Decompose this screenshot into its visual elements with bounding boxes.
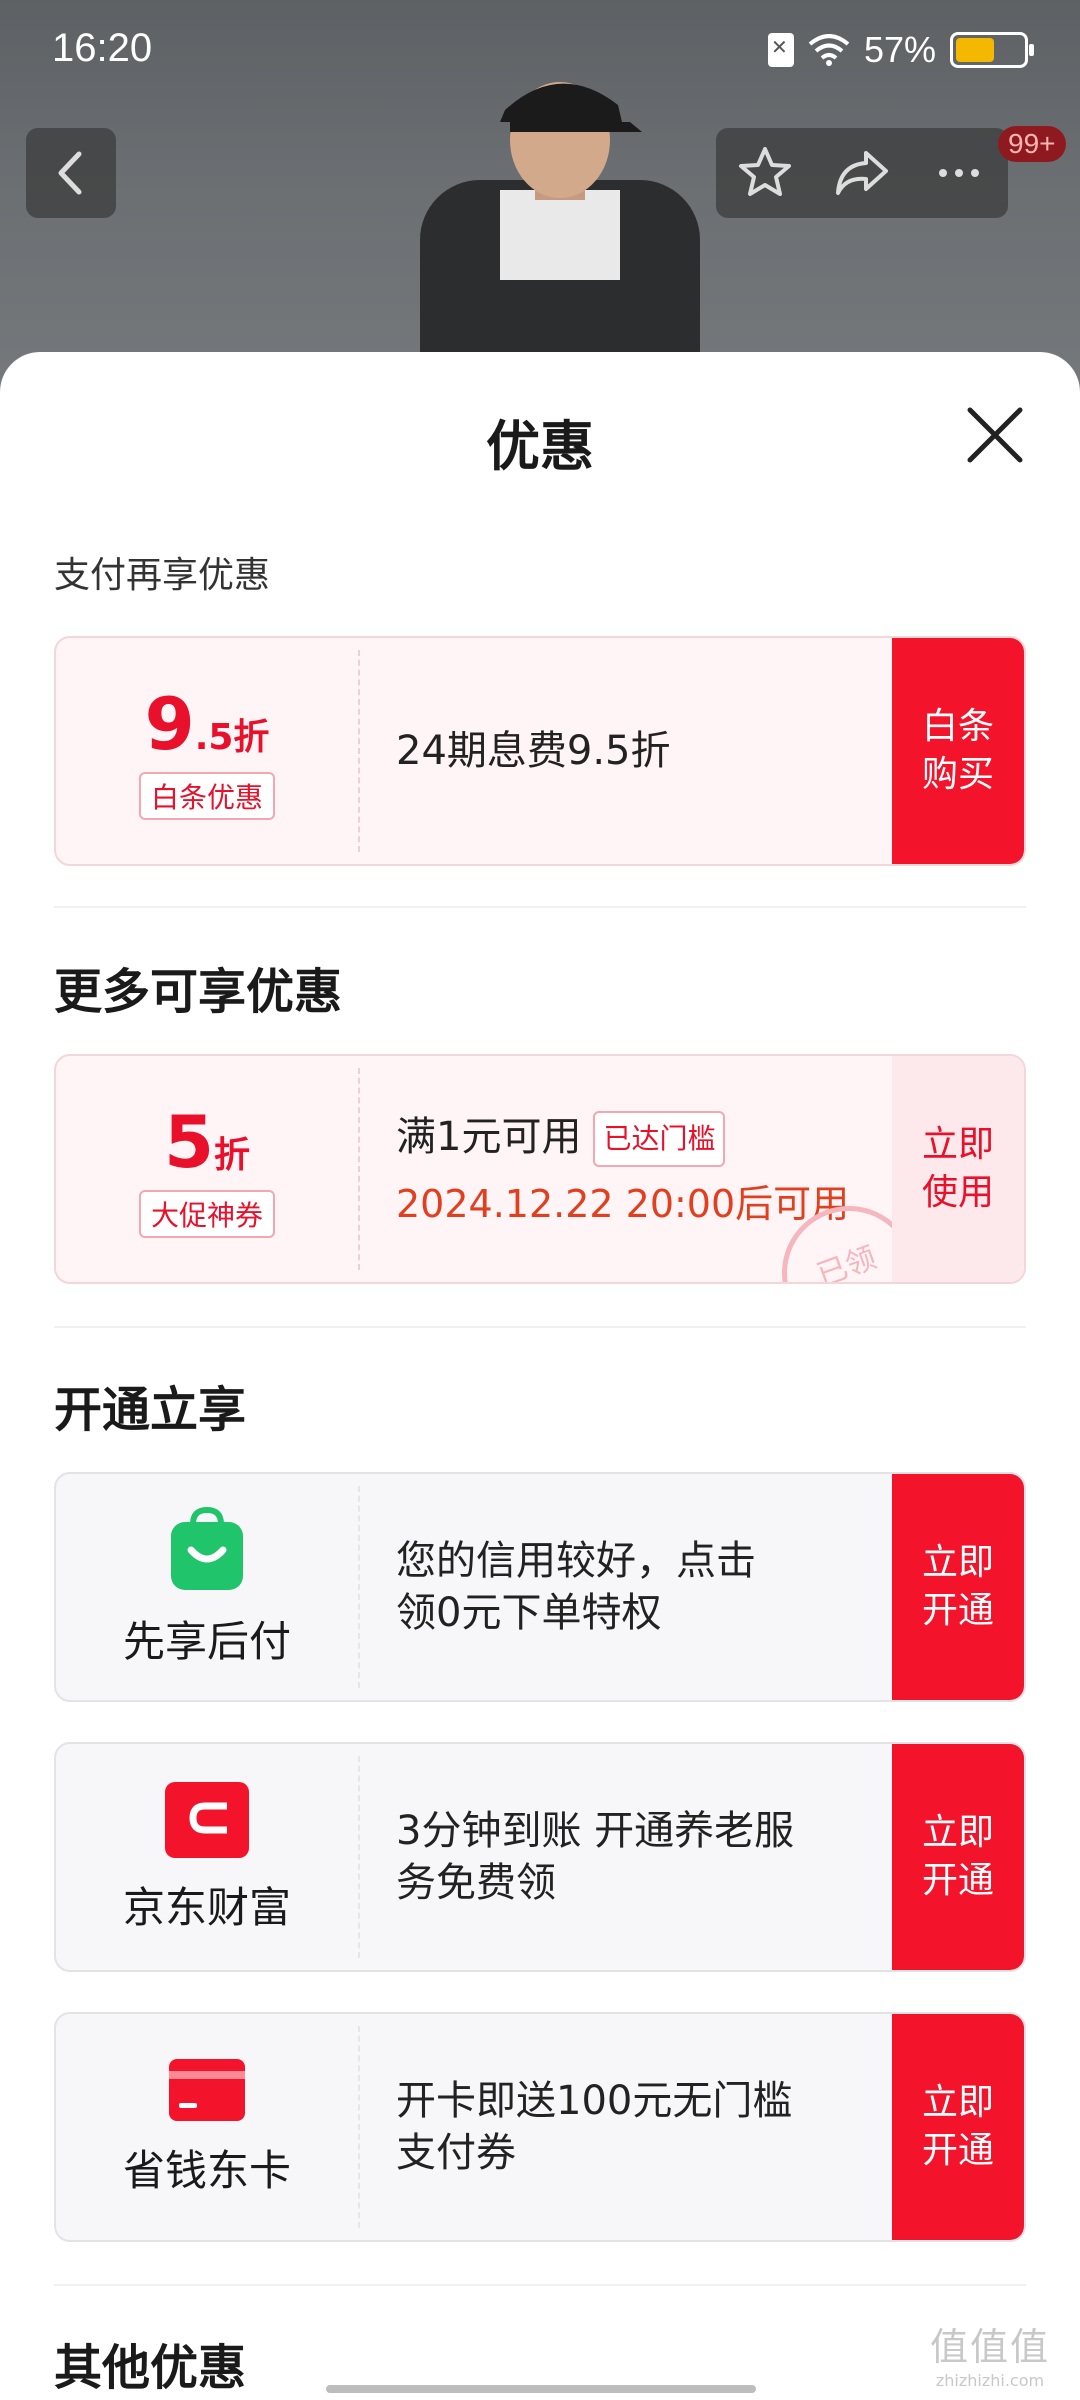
discount-block: 5 折 大促神券 [56,1056,358,1282]
service-name: 先享后付 [122,1616,291,1666]
service-desc-line1: 开卡即送100元无门槛 [396,2078,793,2124]
message-count-badge: 99+ [998,126,1066,162]
close-icon[interactable] [960,400,1030,470]
header-actions [716,128,1008,218]
discount-main: 9 [144,682,195,766]
activate-button[interactable]: 立即 开通 [892,2014,1024,2240]
back-button[interactable] [26,128,116,218]
coupon-tag: 白条优惠 [138,772,275,820]
open-section-heading: 开通立享 [54,1382,247,1438]
service-desc-line1: 3分钟到账 开通养老服 [396,1808,795,1854]
button-label-line2: 开通 [921,1590,994,1631]
status-bar: 16:20 57% [0,0,1080,100]
status-time: 16:20 [52,26,153,70]
more-section-heading: 更多可享优惠 [54,964,343,1020]
discount-sub: 折 [214,1135,251,1176]
battery-percent: 57% [863,29,936,70]
service-card-savecard: 省钱东卡 开卡即送100元无门槛 支付券 立即 开通 [54,2012,1026,2242]
discount-value: 9 .5折 [145,682,270,766]
section-divider [54,906,1026,908]
watermark-url: zhizhizhi.com [935,2371,1045,2390]
section-divider [54,2284,1026,2286]
other-section-heading: 其他优惠 [54,2340,247,2396]
card-icon [169,2058,245,2121]
baitiao-coupon-card: 9 .5折 白条优惠 24期息费9.5折 白条 购买 [54,636,1026,866]
discount-value: 5 折 [164,1100,250,1184]
card-divider [358,1068,360,1270]
button-label-line1: 立即 [921,1124,994,1165]
coupon-threshold: 满1元可用 [396,1113,582,1160]
service-card-jdwealth: 京东财富 3分钟到账 开通养老服 务免费领 立即 开通 [54,1742,1026,1972]
service-desc-line2: 务免费领 [396,1860,556,1906]
button-label-line2: 使用 [921,1172,994,1213]
button-label-line2: 开通 [921,1860,994,1901]
section-divider [54,1326,1026,1328]
service-name: 京东财富 [122,1882,291,1932]
no-sim-icon [767,33,794,67]
status-icons: 57% [767,26,1034,74]
discount-sub: .5折 [194,717,270,758]
service-block: 京东财富 [56,1744,358,1970]
threshold-reached-badge: 已达门槛 [593,1110,726,1167]
pay-section-label: 支付再享优惠 [54,555,271,596]
button-label-line1: 立即 [921,1542,994,1583]
card-divider [358,1486,360,1688]
button-label-line1: 立即 [921,1812,994,1853]
service-card-xianxiang: 先享后付 您的信用较好，点击 领0元下单特权 立即 开通 [54,1472,1026,1702]
discount-sheet: 优惠 支付再享优惠 9 .5折 白条优惠 24期息费9.5折 白条 购买 更多可… [0,352,1080,2400]
coupon-info: 24期息费9.5折 [396,638,956,864]
shopping-bag-icon [171,1506,243,1590]
share-icon[interactable] [832,143,892,203]
service-info: 3分钟到账 开通养老服 务免费领 [396,1744,956,1970]
coupon-description: 24期息费9.5折 [396,728,671,774]
chevron-left-icon [58,151,82,195]
service-desc-line2: 支付券 [396,2130,516,2176]
product-image-area: 16:20 57% 99+ [0,0,1080,400]
wifi-icon [808,34,850,66]
service-desc-line2: 领0元下单特权 [396,1590,662,1636]
star-favorite-icon[interactable] [735,143,795,203]
discount-block: 9 .5折 白条优惠 [56,638,358,864]
button-label-line1: 白条 [921,706,994,747]
service-desc-line1: 您的信用较好，点击 [396,1538,756,1584]
home-indicator[interactable] [326,2385,756,2393]
coupon-condition: 满1元可用 已达门槛 [396,1110,956,1167]
wallet-icon [165,1781,249,1858]
sheet-title: 优惠 [486,415,594,478]
button-label-line1: 立即 [921,2082,994,2123]
use-now-button[interactable]: 立即 使用 [892,1056,1024,1282]
activate-button[interactable]: 立即 开通 [892,1474,1024,1700]
service-info: 开卡即送100元无门槛 支付券 [396,2014,956,2240]
promo-coupon-card: 5 折 大促神券 满1元可用 已达门槛 2024.12.22 20:00后可用 已… [54,1054,1026,1284]
service-block: 省钱东卡 [56,2014,358,2240]
more-options-icon[interactable] [929,143,989,203]
watermark: 值值值 zhizhizhi.com [930,2316,1050,2390]
discount-main: 5 [163,1100,215,1184]
activate-button[interactable]: 立即 开通 [892,1744,1024,1970]
card-divider [358,650,360,852]
card-divider [358,2026,360,2228]
service-block: 先享后付 [56,1474,358,1700]
battery-level [956,38,994,62]
watermark-logo: 值值值 [930,2325,1051,2369]
card-divider [358,1756,360,1958]
button-label-line2: 购买 [921,754,994,795]
button-label-line2: 开通 [921,2130,994,2171]
service-info: 您的信用较好，点击 领0元下单特权 [396,1474,956,1700]
service-name: 省钱东卡 [122,2145,291,2195]
baitiao-buy-button[interactable]: 白条 购买 [892,638,1024,864]
battery-icon [950,32,1034,68]
coupon-tag: 大促神券 [138,1190,275,1238]
